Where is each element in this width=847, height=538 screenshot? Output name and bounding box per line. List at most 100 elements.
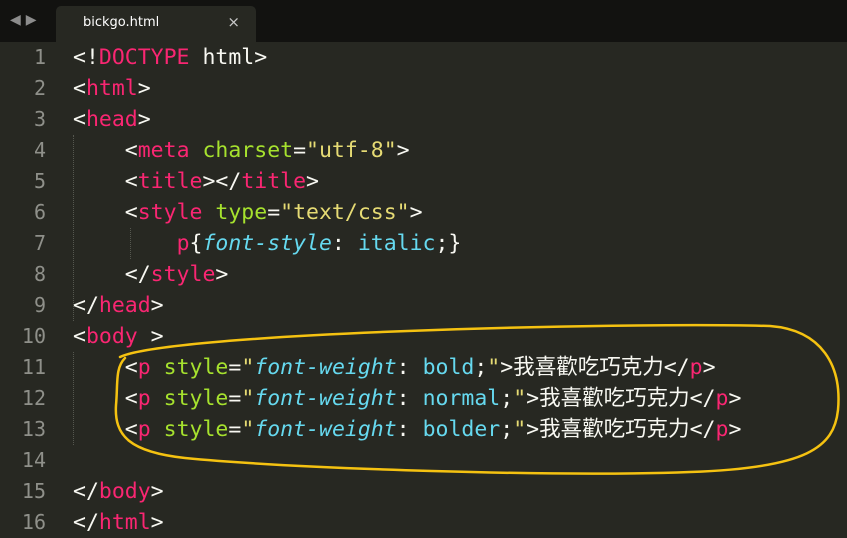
code-line[interactable]: 7 p{font-style: italic;} [0,228,847,259]
line-number: 4 [33,138,46,162]
line-number: 8 [33,262,46,286]
code-token: ; [474,355,488,380]
code-token: > [137,76,151,101]
code-line[interactable]: 3 <head> [0,104,847,135]
arrow-left-icon[interactable]: ◀ [10,12,21,28]
code-token: style [163,386,229,411]
close-icon[interactable]: × [227,13,240,31]
code-line[interactable]: 15 </body> [0,476,847,507]
code-token: " [241,355,255,380]
code-token: p [137,355,151,380]
code-text: <p style="font-weight: bolder;">我喜歡吃巧克力<… [73,414,742,445]
code-token: > [728,417,742,442]
tab-title: bickgo.html [83,15,160,30]
code-line[interactable]: 4 <meta charset="utf-8"> [0,135,847,166]
code-text: <body > [73,321,164,352]
code-text: </body> [73,476,164,507]
code-token: ; [500,386,514,411]
code-token: "text/css" [280,200,410,225]
code-text: <p style="font-weight: normal;">我喜歡吃巧克力<… [73,383,742,414]
code-token: > [150,479,164,504]
code-token: > [702,355,716,380]
file-tab[interactable]: bickgo.html × [56,6,256,42]
line-number: 2 [33,76,46,100]
code-token: < [73,417,138,442]
line-number: 12 [21,386,46,410]
code-text: <head> [73,104,151,135]
code-token: p [137,417,151,442]
arrow-right-icon[interactable]: ▶ [26,12,37,28]
code-token: html> [189,45,268,70]
code-token: " [513,386,527,411]
code-token: title [137,169,203,194]
code-text: <p style="font-weight: bold;">我喜歡吃巧克力</p… [73,352,716,383]
code-editor[interactable]: 1 <!DOCTYPE html> 2 <html> 3 <head> 4 <meta ch… [0,42,847,537]
line-number: 7 [33,231,46,255]
line-number: 10 [21,324,46,348]
code-token: < [73,138,138,163]
code-token: " [241,386,255,411]
tab-nav-arrows: ◀ ▶ [10,12,37,28]
line-number: 9 [33,293,46,317]
code-line[interactable]: 2 <html> [0,73,847,104]
code-token: normal [422,386,501,411]
code-line[interactable]: 6 <style type="text/css"> [0,197,847,228]
code-token: > [215,262,229,287]
code-text: </html> [73,507,164,538]
code-token: style [163,355,229,380]
code-token: font-style [202,231,332,256]
code-token: italic [357,231,436,256]
line-number: 14 [21,448,46,472]
code-line[interactable]: 16 </html> [0,507,847,538]
code-token: > [526,386,540,411]
code-token: > [150,510,164,535]
code-line[interactable]: 13 <p style="font-weight: bolder;">我喜歡吃巧… [0,414,847,445]
code-token: html [85,76,138,101]
code-token: < [73,200,138,225]
code-text: </style> [73,259,229,290]
code-token: </ [73,262,151,287]
code-token: > [396,138,410,163]
code-text: <style type="text/css"> [73,197,423,228]
code-token: p [715,417,729,442]
code-line[interactable]: 10 <body > [0,321,847,352]
code-token: DOCTYPE [98,45,190,70]
code-line[interactable]: 8 </style> [0,259,847,290]
code-token: p [715,386,729,411]
code-token: " [487,355,501,380]
code-token: style [163,417,229,442]
code-token: charset [202,138,294,163]
line-number: 13 [21,417,46,441]
code-line[interactable]: 12 <p style="font-weight: normal;">我喜歡吃巧… [0,383,847,414]
code-token: bolder [422,417,501,442]
code-token: < [73,386,138,411]
line-number: 16 [21,510,46,534]
code-token: font-weight [254,355,397,380]
code-line[interactable]: 11 <p style="font-weight: bold;">我喜歡吃巧克力… [0,352,847,383]
code-token: : [396,386,423,411]
code-text: <title></title> [73,166,319,197]
code-token: > [526,417,540,442]
code-token: </ [689,386,716,411]
tab-bar: ◀ ▶ bickgo.html × [0,0,847,42]
code-line[interactable]: 14 [0,445,847,476]
line-number: 15 [21,479,46,503]
code-token: "utf-8" [306,138,397,163]
code-token: </ [689,417,716,442]
code-line[interactable]: 9 </head> [0,290,847,321]
code-token: = [228,417,242,442]
code-token: </ [73,479,99,504]
code-token: < [73,355,138,380]
code-text: </head> [73,290,164,321]
code-text: p{font-style: italic;} [73,228,462,259]
code-token: : [331,231,358,256]
code-token: body [98,479,151,504]
code-line[interactable]: 1 <!DOCTYPE html> [0,42,847,73]
code-token: < [73,107,86,132]
code-line[interactable]: 5 <title></title> [0,166,847,197]
code-token: ; [500,417,514,442]
line-number: 1 [33,45,46,69]
